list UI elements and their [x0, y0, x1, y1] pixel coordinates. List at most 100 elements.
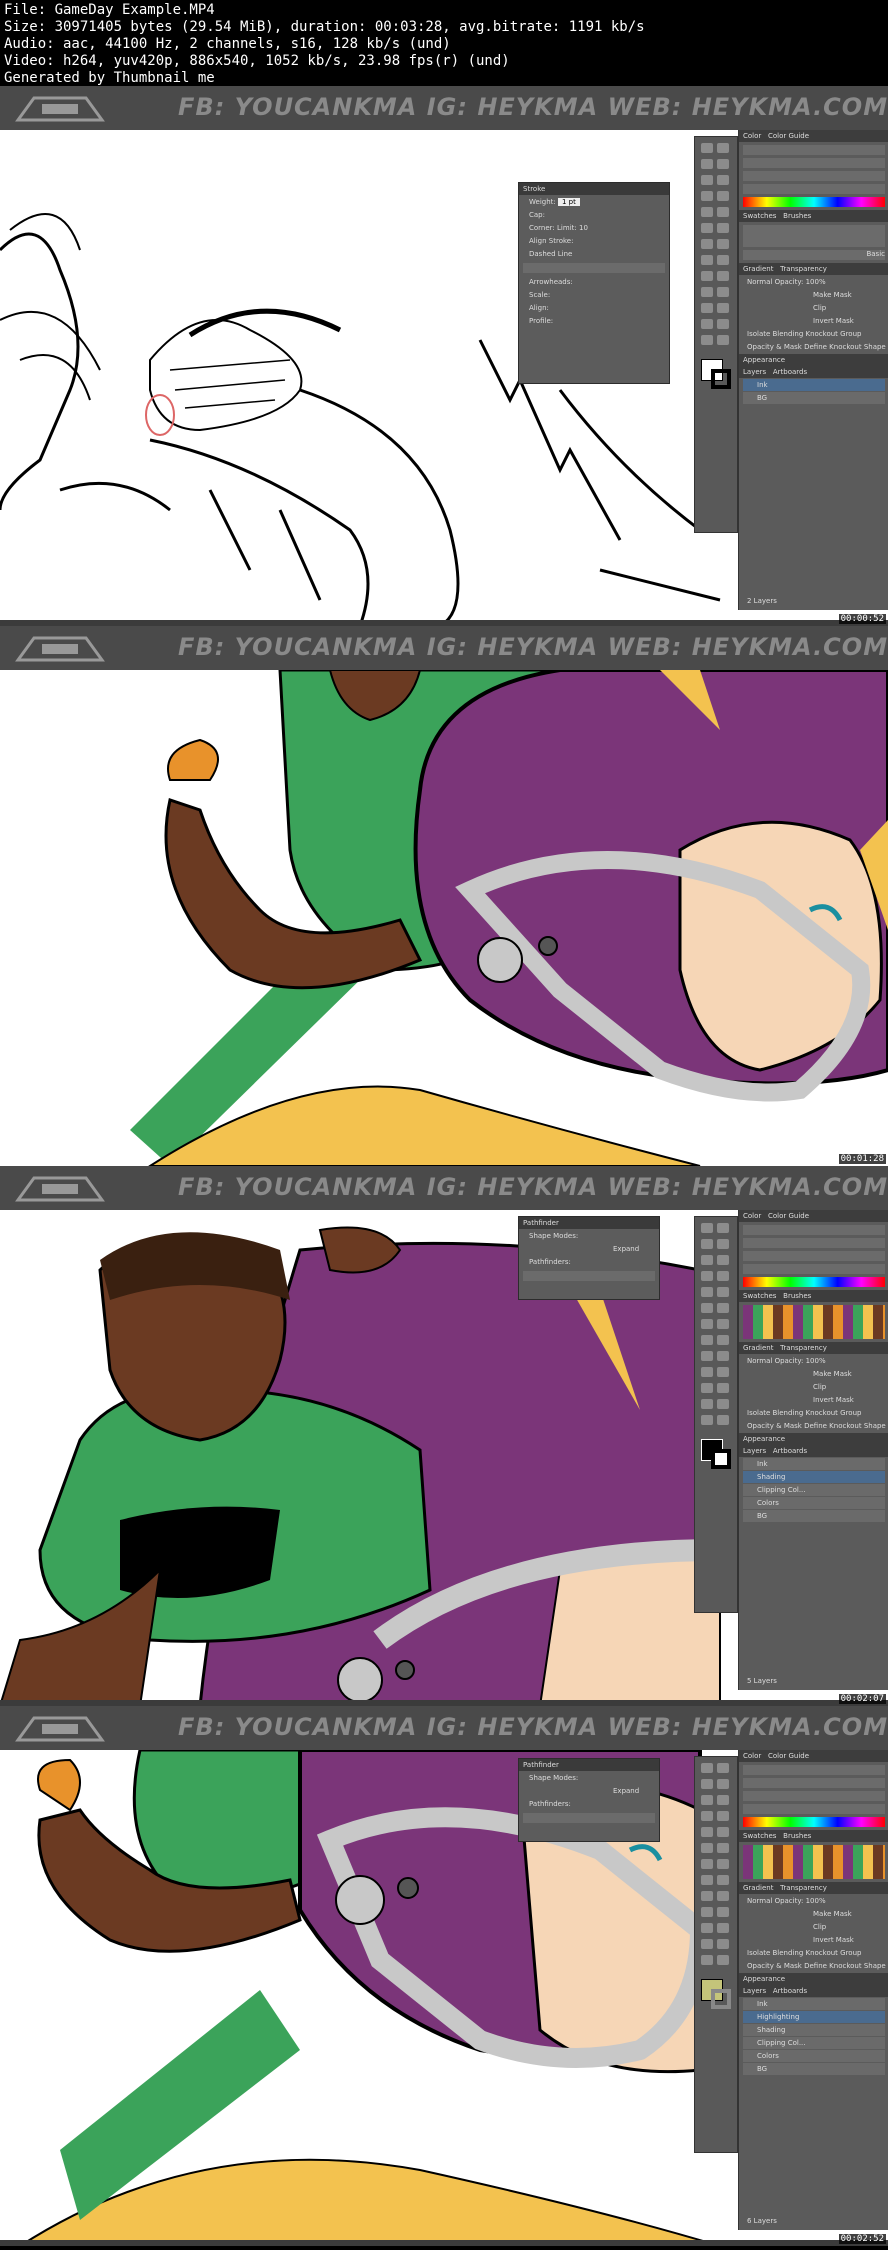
brushes-tab[interactable]: Brushes	[783, 212, 811, 220]
layer-row[interactable]: Ink	[743, 1458, 885, 1470]
clip-checkbox[interactable]: Clip	[743, 302, 885, 314]
lasso-tool-icon[interactable]	[717, 159, 729, 169]
free-transform-tool-icon[interactable]	[717, 239, 729, 249]
pen-tool-icon[interactable]	[701, 1795, 713, 1805]
right-panels[interactable]: Color Color Guide Swatches Brushes Gradi…	[738, 1210, 888, 1690]
shape-builder-tool-icon[interactable]	[701, 1335, 713, 1345]
make-mask-button[interactable]: Make Mask	[743, 1368, 885, 1380]
opacity-mask-checkbox[interactable]: Opacity & Mask Define Knockout Shape	[743, 341, 886, 353]
artboards-tab[interactable]: Artboards	[773, 368, 807, 376]
color-guide-tab[interactable]: Color Guide	[768, 1752, 809, 1760]
invert-mask-checkbox[interactable]: Invert Mask	[743, 315, 885, 327]
selection-tool-icon[interactable]	[701, 143, 713, 153]
hand-tool-icon[interactable]	[701, 1955, 713, 1965]
isolate-blending-checkbox[interactable]: Isolate Blending	[747, 1949, 803, 1957]
artboard-tool-icon[interactable]	[701, 1399, 713, 1409]
graph-tool-icon[interactable]	[717, 1383, 729, 1393]
arrowheads-label[interactable]: Arrowheads:	[523, 276, 665, 288]
tools-panel[interactable]	[694, 136, 738, 533]
rotate-tool-icon[interactable]	[701, 1843, 713, 1853]
blend-tool-icon[interactable]	[717, 1367, 729, 1377]
gradient-tab[interactable]: Gradient	[743, 265, 773, 273]
gradient-tab[interactable]: Gradient	[743, 1344, 773, 1352]
cmyk-slider-y[interactable]	[743, 1251, 885, 1261]
appearance-tab[interactable]: Appearance	[739, 354, 888, 366]
gradient-tool-icon[interactable]	[717, 271, 729, 281]
layers-tab[interactable]: Layers	[743, 1987, 766, 1995]
layers-tab[interactable]: Layers	[743, 368, 766, 376]
swatches-tab[interactable]: Swatches	[743, 1292, 776, 1300]
artboards-tab[interactable]: Artboards	[773, 1447, 807, 1455]
swatches-tab[interactable]: Swatches	[743, 212, 776, 220]
stroke-panel[interactable]: Stroke Weight: 1 pt Cap: Corner: Limit: …	[518, 182, 670, 384]
cmyk-slider-c[interactable]	[743, 1765, 885, 1775]
profile-label[interactable]: Profile:	[523, 315, 665, 327]
stroke-swatch[interactable]	[711, 369, 731, 389]
graph-tool-icon[interactable]	[717, 1923, 729, 1933]
cmyk-slider-k[interactable]	[743, 1804, 885, 1814]
layer-row[interactable]: Ink	[743, 379, 885, 391]
line-tool-icon[interactable]	[701, 1811, 713, 1821]
pencil-tool-icon[interactable]	[717, 1827, 729, 1837]
layer-row[interactable]: BG	[743, 1510, 885, 1522]
cmyk-slider-m[interactable]	[743, 1238, 885, 1248]
dashed-line-checkbox[interactable]: Dashed Line	[523, 248, 665, 260]
isolate-blending-checkbox[interactable]: Isolate Blending	[747, 330, 803, 338]
layer-row[interactable]: Colors	[743, 1497, 885, 1509]
transparency-tab[interactable]: Transparency	[780, 1884, 827, 1892]
selection-tool-icon[interactable]	[701, 1223, 713, 1233]
perspective-tool-icon[interactable]	[717, 255, 729, 265]
type-tool-icon[interactable]	[717, 1255, 729, 1265]
rotate-tool-icon[interactable]	[701, 1303, 713, 1313]
slice-tool-icon[interactable]	[717, 319, 729, 329]
line-tool-icon[interactable]	[701, 191, 713, 201]
brush-list[interactable]	[743, 225, 885, 247]
make-mask-button[interactable]: Make Mask	[743, 289, 885, 301]
color-spectrum[interactable]	[743, 1277, 885, 1287]
type-tool-icon[interactable]	[717, 175, 729, 185]
slice-tool-icon[interactable]	[717, 1399, 729, 1409]
eyedropper-tool-icon[interactable]	[701, 1907, 713, 1917]
cmyk-slider-m[interactable]	[743, 158, 885, 168]
layer-row[interactable]: Shading	[743, 2024, 885, 2036]
rectangle-tool-icon[interactable]	[717, 191, 729, 201]
eyedropper-tool-icon[interactable]	[701, 287, 713, 297]
clip-checkbox[interactable]: Clip	[743, 1381, 885, 1393]
layer-row[interactable]: Clipping Col...	[743, 1484, 885, 1496]
cmyk-slider-m[interactable]	[743, 1778, 885, 1788]
pathfinder-panel[interactable]: Pathfinder Shape Modes: Expand Pathfinde…	[518, 1216, 660, 1300]
layer-row[interactable]: Highlighting	[743, 2011, 885, 2023]
pathfinder-buttons[interactable]	[523, 1813, 655, 1823]
pencil-tool-icon[interactable]	[717, 207, 729, 217]
knockout-group-checkbox[interactable]: Knockout Group	[806, 1949, 862, 1957]
invert-mask-checkbox[interactable]: Invert Mask	[743, 1934, 885, 1946]
shape-builder-tool-icon[interactable]	[701, 1875, 713, 1885]
layer-row[interactable]: BG	[743, 2063, 885, 2075]
lasso-tool-icon[interactable]	[717, 1239, 729, 1249]
weight-field[interactable]: 1 pt	[557, 198, 580, 206]
perspective-tool-icon[interactable]	[717, 1335, 729, 1345]
rectangle-tool-icon[interactable]	[717, 1271, 729, 1281]
pathfinder-panel[interactable]: Pathfinder Shape Modes: Expand Pathfinde…	[518, 1758, 660, 1842]
tools-panel[interactable]	[694, 1216, 738, 1613]
free-transform-tool-icon[interactable]	[717, 1319, 729, 1329]
limit-field[interactable]: 10	[579, 224, 588, 232]
blend-mode-select[interactable]: Normal	[747, 278, 772, 286]
zoom-tool-icon[interactable]	[717, 1955, 729, 1965]
line-tool-icon[interactable]	[701, 1271, 713, 1281]
make-mask-button[interactable]: Make Mask	[743, 1908, 885, 1920]
swatch-grid[interactable]	[743, 1845, 885, 1879]
canvas-artwork-colored[interactable]	[0, 670, 888, 1166]
graph-tool-icon[interactable]	[717, 303, 729, 313]
zoom-tool-icon[interactable]	[717, 335, 729, 345]
magic-wand-tool-icon[interactable]	[701, 159, 713, 169]
blend-mode-select[interactable]: Normal	[747, 1897, 772, 1905]
color-spectrum[interactable]	[743, 197, 885, 207]
layer-row[interactable]: Ink	[743, 1998, 885, 2010]
hand-tool-icon[interactable]	[701, 335, 713, 345]
layers-tab[interactable]: Layers	[743, 1447, 766, 1455]
type-tool-icon[interactable]	[717, 1795, 729, 1805]
mesh-tool-icon[interactable]	[701, 1351, 713, 1361]
cmyk-slider-c[interactable]	[743, 145, 885, 155]
right-panels[interactable]: Color Color Guide Swatches Brushes Gradi…	[738, 1750, 888, 2230]
